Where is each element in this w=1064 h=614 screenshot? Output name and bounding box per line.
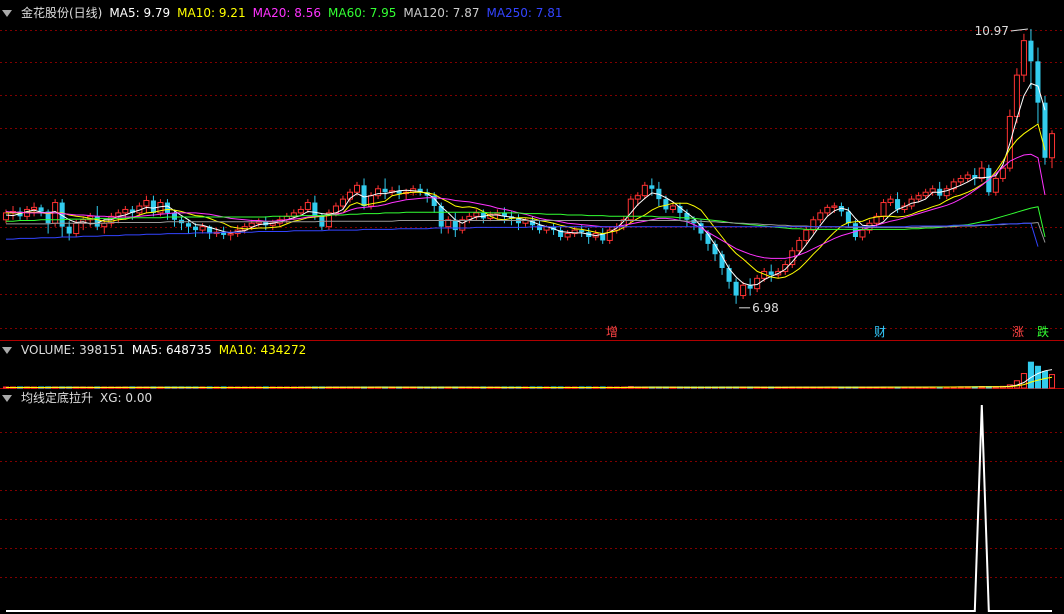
candle-body — [339, 198, 346, 207]
candle-body — [796, 239, 803, 252]
candle-body — [768, 271, 774, 275]
candle-body — [887, 198, 894, 204]
candle-body — [669, 205, 676, 210]
event-marker-zhang[interactable]: 涨 — [1012, 325, 1024, 339]
candle-body — [66, 226, 72, 234]
volume-value: VOLUME: 398151 — [21, 343, 125, 357]
volume-bar — [1027, 361, 1034, 389]
candle-body — [248, 222, 255, 228]
candle-body — [171, 212, 178, 220]
indicator-title: 均线定底拉升 — [21, 391, 94, 405]
candle-body — [964, 174, 971, 179]
ma10-legend: MA10: 9.21 — [177, 6, 246, 20]
volume-ma10-line — [6, 376, 1053, 389]
candle-body — [852, 223, 858, 237]
low-label: 6.98 — [752, 301, 779, 315]
candle-body — [564, 233, 571, 238]
candle-body — [831, 205, 838, 208]
candle-body — [1028, 40, 1034, 62]
candle-body — [1020, 40, 1027, 76]
collapse-triangle-icon[interactable] — [2, 394, 12, 402]
candle-body — [73, 222, 80, 235]
candle-body — [895, 199, 901, 210]
candle-body — [199, 226, 206, 231]
ma20-legend: MA20: 8.56 — [252, 6, 321, 20]
candle-body — [922, 191, 929, 197]
candle-body — [992, 177, 999, 193]
candle-body — [143, 199, 150, 207]
candle-body — [185, 223, 192, 227]
candle-body — [747, 285, 753, 289]
volume-panel-header: VOLUME: 398151 MA5: 648735 MA10: 434272 — [2, 342, 306, 358]
candle-body — [1048, 133, 1056, 159]
candle-body — [579, 230, 585, 233]
indicator-xg-line — [6, 404, 1052, 612]
stock-title: 金花股份(日线) — [21, 6, 103, 20]
ma-line-ma250 — [6, 222, 1039, 247]
candle-body — [810, 219, 817, 231]
candle-body — [978, 167, 985, 179]
candle-body — [473, 212, 480, 217]
volume-ma5-line — [6, 369, 1053, 388]
indicator-xg: XG: 0.00 — [100, 391, 153, 405]
candle-body — [304, 202, 311, 210]
candle-body — [94, 216, 100, 227]
candle-body — [101, 222, 108, 228]
candle-body — [1035, 61, 1041, 103]
volume-bar — [1034, 365, 1041, 389]
candle-body — [38, 207, 44, 212]
candle-body — [537, 225, 543, 231]
candle-body — [438, 206, 444, 227]
candle-body — [122, 208, 129, 214]
volume-bar — [1048, 374, 1056, 389]
ma60-legend: MA60: 7.95 — [328, 6, 397, 20]
ma250-legend: MA250: 7.81 — [486, 6, 563, 20]
candle-body — [803, 229, 810, 241]
indicator-panel-header: 均线定底拉升 XG: 0.00 — [2, 390, 152, 406]
candle-body — [824, 206, 831, 214]
candle-body — [817, 212, 824, 221]
high-label: 10.97 — [975, 24, 1009, 38]
candle-body — [733, 281, 739, 296]
candle-body — [312, 202, 318, 217]
candle-body — [999, 167, 1006, 179]
ma5-legend: MA5: 9.79 — [109, 6, 171, 20]
candle-body — [452, 219, 458, 231]
candle-body — [150, 200, 156, 213]
event-marker-die[interactable]: 跌 — [1037, 325, 1049, 339]
candle-body — [31, 206, 38, 210]
candle-body — [382, 188, 388, 193]
candle-body — [649, 185, 655, 189]
candle-body — [957, 177, 964, 183]
collapse-triangle-icon[interactable] — [2, 9, 12, 17]
volume-bar — [1041, 370, 1049, 389]
volume-ma10: MA10: 434272 — [218, 343, 307, 357]
candle-body — [193, 226, 199, 231]
ma120-legend: MA120: 7.87 — [403, 6, 480, 20]
candle-body — [459, 219, 466, 231]
candle-body — [353, 184, 361, 193]
candle-body — [227, 233, 234, 236]
price-panel-header: 金花股份(日线) MA5: 9.79 MA10: 9.21 MA20: 8.56… — [2, 5, 563, 21]
candle-body — [915, 195, 922, 200]
candle-body — [740, 284, 747, 297]
event-marker-cai[interactable]: 财 — [874, 325, 886, 339]
candle-body — [2, 212, 10, 221]
candle-body — [1013, 74, 1020, 117]
event-marker-zeng[interactable]: 增 — [606, 325, 618, 339]
candle-body — [859, 229, 866, 238]
stock-chart[interactable]: 10.97 6.98 — [0, 0, 1064, 614]
candle-body — [634, 195, 641, 200]
candle-body — [297, 208, 304, 214]
collapse-triangle-icon[interactable] — [2, 346, 12, 354]
ma-line-ma5 — [5, 82, 1046, 286]
candle-body — [641, 184, 648, 197]
candle-body — [845, 211, 851, 224]
candle-body — [880, 202, 887, 217]
volume-ma5: MA5: 648735 — [131, 343, 212, 357]
